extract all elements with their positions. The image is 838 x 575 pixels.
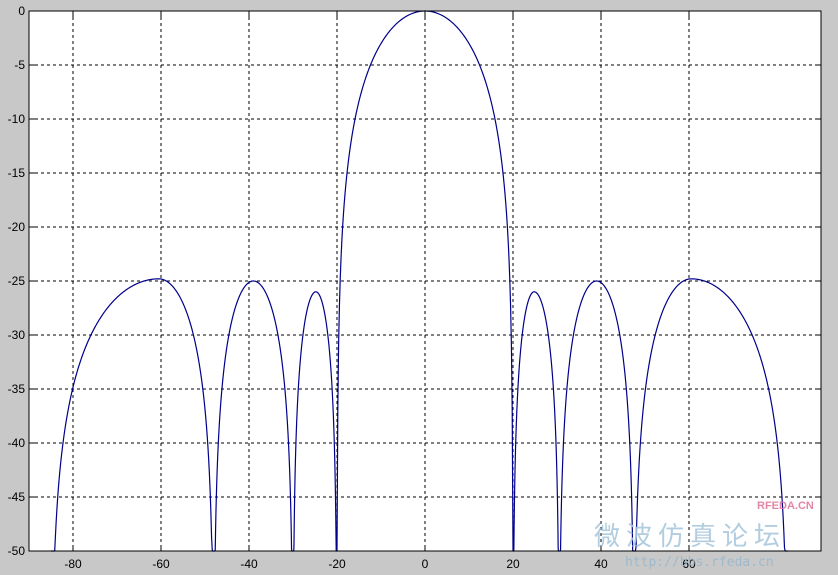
y-tick-label: -25 [8,274,26,288]
y-tick-label: -35 [8,382,26,396]
y-tick-label: -15 [8,166,26,180]
x-tick-label: 40 [594,557,608,571]
y-tick-label: -50 [8,544,26,558]
watermark-cn-text: 微波仿真论坛 [594,522,786,552]
y-tick-label: -45 [8,490,26,504]
x-tick-label: -20 [328,557,346,571]
x-tick-label: 0 [422,557,429,571]
watermark-url-text: http://bbs.rfeda.cn [625,555,774,570]
watermark-logo-text: RFEDA.CN [757,500,814,512]
y-tick-label: -20 [8,220,26,234]
y-tick-label: -10 [8,112,26,126]
x-tick-label: -40 [240,557,258,571]
x-tick-label: 20 [506,557,520,571]
y-tick-label: -5 [14,58,25,72]
chart-figure: -80 -60 -40 -20 0 20 40 60 0-5-10-15-20-25-30-3… [0,0,838,575]
y-tick-label: 0 [18,4,25,18]
y-tick-label: -30 [8,328,26,342]
x-tick-label: -60 [152,557,170,571]
y-tick-label: -40 [8,436,26,450]
x-tick-label: -80 [64,557,82,571]
